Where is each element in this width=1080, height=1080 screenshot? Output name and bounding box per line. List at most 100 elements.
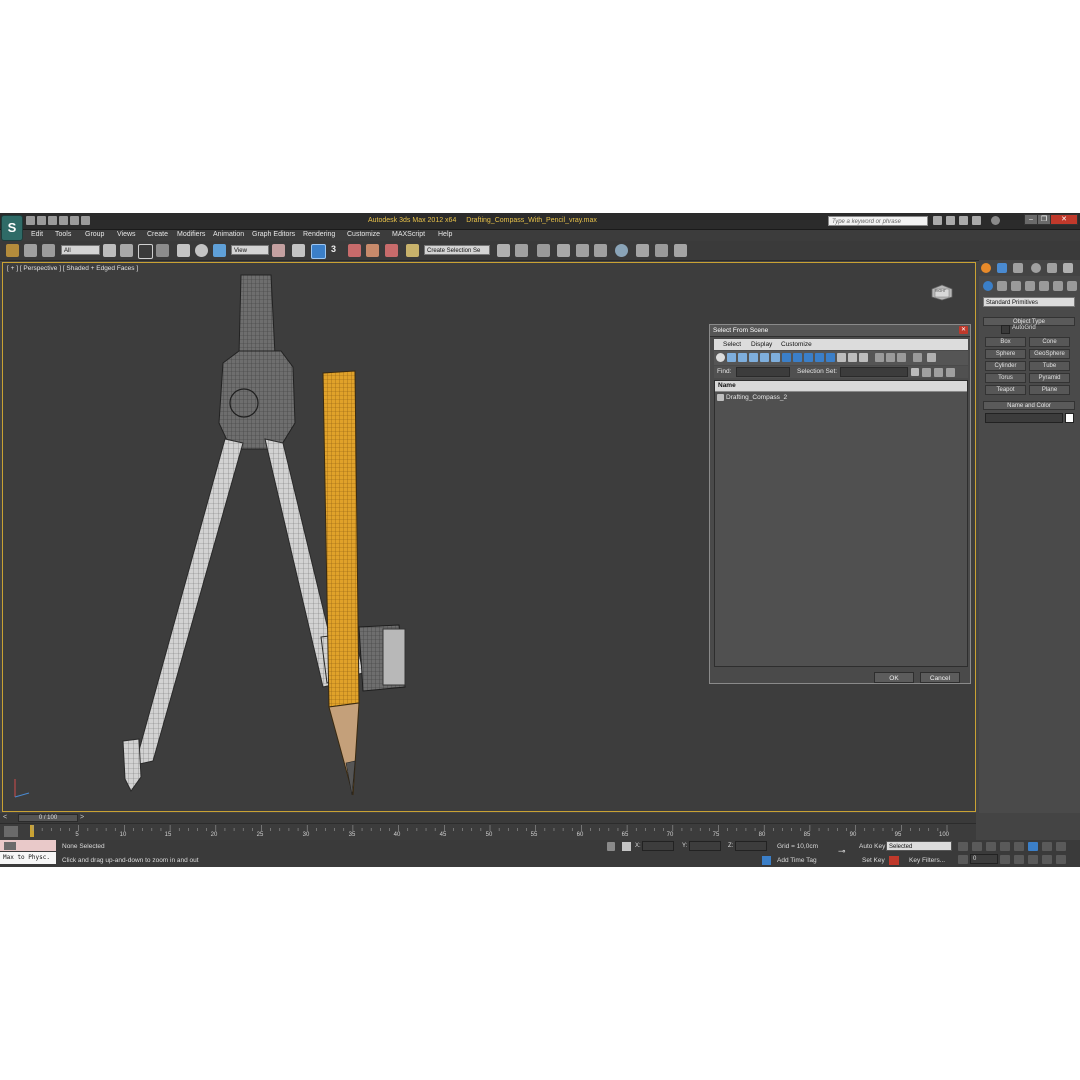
goto-end-icon[interactable] [1014, 842, 1024, 851]
time-slider-handle[interactable]: 0 / 100 [18, 814, 78, 822]
reference-coordinate-dropdown[interactable]: View [231, 245, 269, 255]
new-file-icon[interactable] [26, 216, 35, 225]
select-invert-icon[interactable] [897, 353, 906, 362]
menu-views[interactable]: Views [117, 231, 136, 238]
teapot-button[interactable]: Teapot [985, 385, 1026, 395]
menu-group[interactable]: Group [85, 231, 104, 238]
lights-icon[interactable] [1011, 281, 1021, 291]
utilities-tab-icon[interactable] [1063, 263, 1073, 273]
systems-icon[interactable] [1067, 281, 1077, 291]
select-object-icon[interactable] [103, 244, 116, 257]
display-lights-icon[interactable] [738, 353, 747, 362]
open-file-icon[interactable] [37, 216, 46, 225]
restore-button[interactable]: ❐ [1037, 214, 1051, 225]
display-geometry-icon[interactable] [716, 353, 725, 362]
maximize-viewport-icon[interactable] [1056, 855, 1066, 864]
display-helpers-icon[interactable] [760, 353, 769, 362]
compass-model[interactable] [122, 274, 406, 792]
menu-edit[interactable]: Edit [31, 231, 43, 238]
x-coord-field[interactable] [642, 841, 674, 851]
object-name-input[interactable] [985, 413, 1063, 423]
bind-space-warp-icon[interactable] [42, 244, 55, 257]
key-filters-icon[interactable] [889, 856, 899, 865]
auto-key-button[interactable]: Auto Key [859, 843, 885, 850]
display-tab-icon[interactable] [1047, 263, 1057, 273]
next-frame-icon[interactable] [1000, 842, 1010, 851]
motion-tab-icon[interactable] [1031, 263, 1041, 273]
menu-create[interactable]: Create [147, 231, 168, 238]
object-list[interactable]: Name Drafting_Compass_2 [714, 380, 968, 667]
key-mode-toggle-icon[interactable] [958, 855, 968, 864]
current-frame-field[interactable]: 0 [970, 854, 998, 864]
percent-snap-icon[interactable] [366, 244, 379, 257]
set-key-button[interactable]: Set Key [862, 857, 885, 864]
display-xrefs-icon[interactable] [793, 353, 802, 362]
pan-view-icon[interactable] [1028, 855, 1038, 864]
selection-filter-dropdown[interactable]: All [61, 245, 100, 255]
field-of-view-icon[interactable] [1014, 855, 1024, 864]
minimize-button[interactable]: – [1024, 214, 1038, 225]
geosphere-button[interactable]: GeoSphere [1029, 349, 1070, 359]
create-selection-set-icon[interactable] [922, 368, 931, 377]
orbit-icon[interactable] [1042, 855, 1052, 864]
ok-button[interactable]: OK [874, 672, 914, 683]
goto-start-icon[interactable] [958, 842, 968, 851]
dialog-menu-select[interactable]: Select [723, 341, 741, 348]
rendered-frame-window-icon[interactable] [655, 244, 668, 257]
primitive-category-dropdown[interactable]: Standard Primitives [983, 297, 1075, 307]
display-all-icon[interactable] [837, 353, 846, 362]
torus-button[interactable]: Torus [985, 373, 1026, 383]
menu-help[interactable]: Help [438, 231, 452, 238]
project-folder-icon[interactable] [81, 216, 90, 225]
edit-selection-set-icon[interactable] [934, 368, 943, 377]
named-selection-dropdown[interactable]: Create Selection Se [424, 245, 490, 255]
dialog-menu-display[interactable]: Display [751, 341, 772, 348]
edit-named-selection-icon[interactable] [406, 244, 419, 257]
menu-animation[interactable]: Animation [213, 231, 244, 238]
create-tab-icon[interactable] [981, 263, 991, 273]
schematic-view-icon[interactable] [594, 244, 607, 257]
display-containers-icon[interactable] [815, 353, 824, 362]
list-header[interactable]: Name [715, 381, 967, 392]
curve-editor-icon[interactable] [576, 244, 589, 257]
cylinder-button[interactable]: Cylinder [985, 361, 1026, 371]
mirror-icon[interactable] [497, 244, 510, 257]
undo-icon[interactable] [59, 216, 68, 225]
menu-rendering[interactable]: Rendering [303, 231, 335, 238]
display-cameras-icon[interactable] [749, 353, 758, 362]
key-filters-button[interactable]: Key Filters... [909, 857, 945, 864]
object-color-swatch[interactable] [1065, 413, 1074, 423]
select-all-icon[interactable] [875, 353, 884, 362]
menu-maxscript[interactable]: MAXScript [392, 231, 425, 238]
user-icon[interactable] [972, 216, 981, 225]
menu-customize[interactable]: Customize [347, 231, 380, 238]
selection-set-dropdown-arrow-icon[interactable] [911, 368, 919, 376]
space-warps-icon[interactable] [1053, 281, 1063, 291]
time-tag-icon[interactable] [762, 856, 771, 865]
redo-icon[interactable] [70, 216, 79, 225]
filter-icon[interactable] [927, 353, 936, 362]
time-slider-right-arrow-icon[interactable]: > [80, 814, 84, 821]
lock-icon[interactable] [607, 842, 615, 851]
time-config-icon[interactable] [1000, 855, 1010, 864]
star-icon[interactable] [959, 216, 968, 225]
spinner-snap-icon[interactable] [385, 244, 398, 257]
track-bar[interactable]: 5 10 15 20 25 30 35 40 45 50 55 60 65 70… [0, 823, 976, 841]
dialog-menu-customize[interactable]: Customize [781, 341, 812, 348]
select-manipulate-icon[interactable] [292, 244, 305, 257]
display-groups-icon[interactable] [782, 353, 791, 362]
layer-manager-icon[interactable] [537, 244, 550, 257]
communication-center-icon[interactable] [946, 216, 955, 225]
pencil-model[interactable] [322, 370, 360, 796]
shapes-icon[interactable] [997, 281, 1007, 291]
save-file-icon[interactable] [48, 216, 57, 225]
help-icon[interactable] [991, 216, 1000, 225]
app-logo[interactable]: S [1, 215, 23, 241]
name-and-color-rollout[interactable]: Name and Color [983, 401, 1075, 410]
mini-curve-editor-icon[interactable] [4, 826, 18, 837]
hierarchy-tab-icon[interactable] [1013, 263, 1023, 273]
zoom-all-icon[interactable] [1042, 842, 1052, 851]
window-crossing-icon[interactable] [156, 244, 169, 257]
add-time-tag[interactable]: Add Time Tag [777, 857, 817, 864]
pivot-center-icon[interactable] [272, 244, 285, 257]
